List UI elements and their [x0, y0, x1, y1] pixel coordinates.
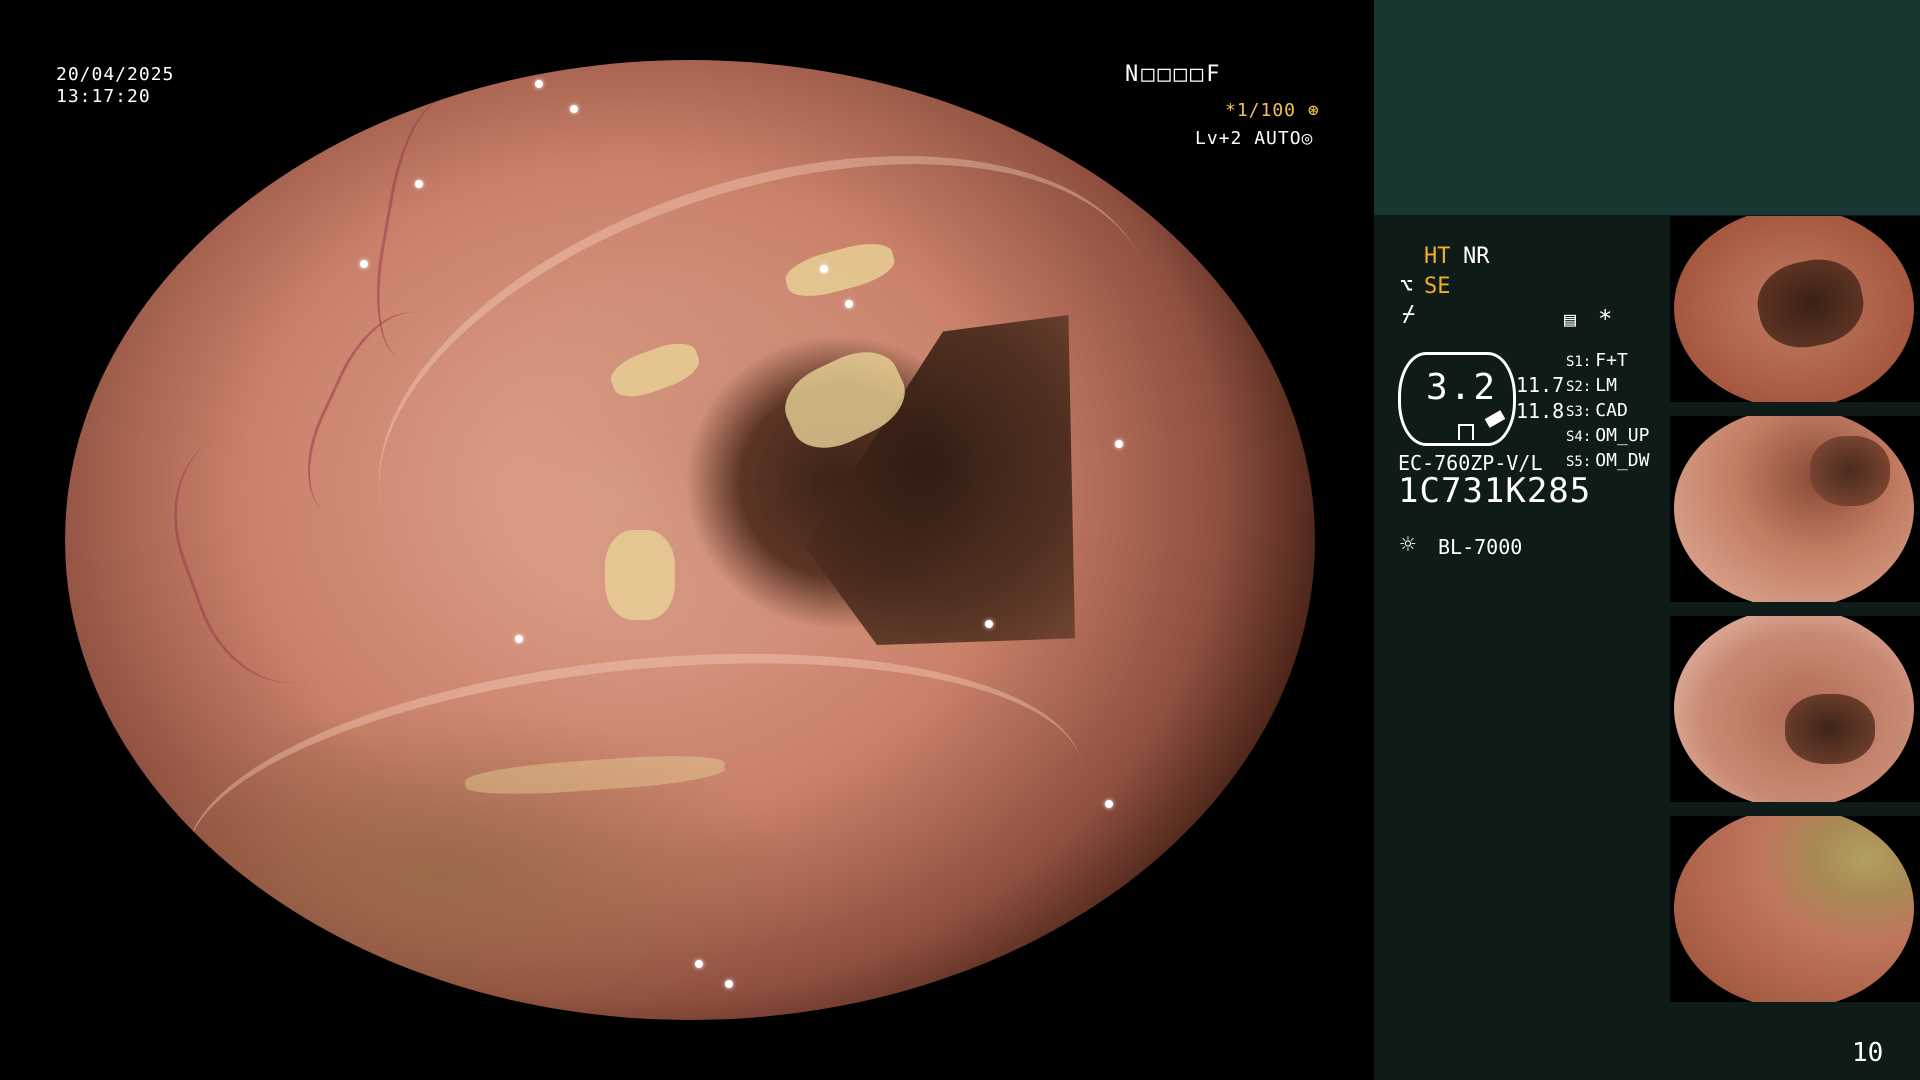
setting-s2: S2: LM [1566, 375, 1617, 396]
date-time: 20/04/2025 13:17:20 [56, 64, 174, 108]
light-reflection [845, 300, 853, 308]
thumbnail-3[interactable] [1670, 616, 1920, 802]
badge-value: 3.2 [1426, 367, 1498, 408]
scope-icon: ⌥ [1400, 274, 1414, 299]
wave-icon: ⌿ [1402, 302, 1416, 327]
thumbnail-2[interactable] [1670, 416, 1920, 602]
se-indicator: SE [1424, 274, 1451, 299]
light-reflection [515, 635, 523, 643]
thumbnail-lumen [1785, 694, 1875, 764]
setting-s1: S1: F+T [1566, 350, 1628, 371]
setting-s4: S4: OM_UP [1566, 425, 1650, 446]
shutter-icon: ⊛ [1307, 100, 1320, 121]
thumbnail-image [1674, 816, 1914, 1002]
light-reflection [535, 80, 543, 88]
endoscope-view [65, 60, 1315, 1020]
light-reflection [1115, 440, 1123, 448]
ht-indicator: HT [1424, 244, 1451, 269]
light-icon: ☼ [1400, 530, 1416, 560]
exposure-value: *1/100 [1225, 100, 1297, 121]
light-reflection [820, 265, 828, 273]
thumbnail-4[interactable] [1670, 816, 1920, 1002]
light-reflection [360, 260, 368, 268]
page-number: 10 [1852, 1038, 1884, 1068]
light-reflection [985, 620, 993, 628]
nr-indicator: NR [1463, 244, 1490, 269]
level-mode: Lv+2 AUTO◎ [1195, 128, 1313, 150]
date: 20/04/2025 [56, 64, 175, 85]
badge-notch [1458, 424, 1474, 440]
exposure: *1/100 ⊛ [1225, 100, 1320, 122]
light-reflection [570, 105, 578, 113]
star-indicator: * [1598, 305, 1613, 333]
light-reflection [415, 180, 423, 188]
iris-icon: ◎ [1301, 128, 1314, 149]
panel-header-area [1374, 0, 1920, 215]
light-reflection [1105, 800, 1113, 808]
setting-s3: S3: CAD [1566, 400, 1628, 421]
fibrin-patch [605, 530, 675, 620]
time: 13:17:20 [56, 86, 151, 107]
mode: AUTO [1254, 128, 1302, 149]
thumbnail-lumen [1810, 436, 1890, 506]
scope-serial: 1C731K285 [1398, 471, 1592, 511]
light-reflection [725, 980, 733, 988]
value-1: 11.7 [1516, 373, 1565, 397]
light-reflection [105, 325, 113, 333]
thumbnail-1[interactable] [1670, 216, 1920, 402]
setting-s5: S5: OM_DW [1566, 450, 1650, 471]
light-reflection [695, 960, 703, 968]
status-code: N□□□□F [1125, 62, 1223, 87]
menu-icon: ▤ [1564, 307, 1577, 331]
value-2: 11.8 [1516, 399, 1565, 423]
level: Lv+2 [1195, 128, 1243, 149]
light-source: BL-7000 [1438, 535, 1523, 559]
